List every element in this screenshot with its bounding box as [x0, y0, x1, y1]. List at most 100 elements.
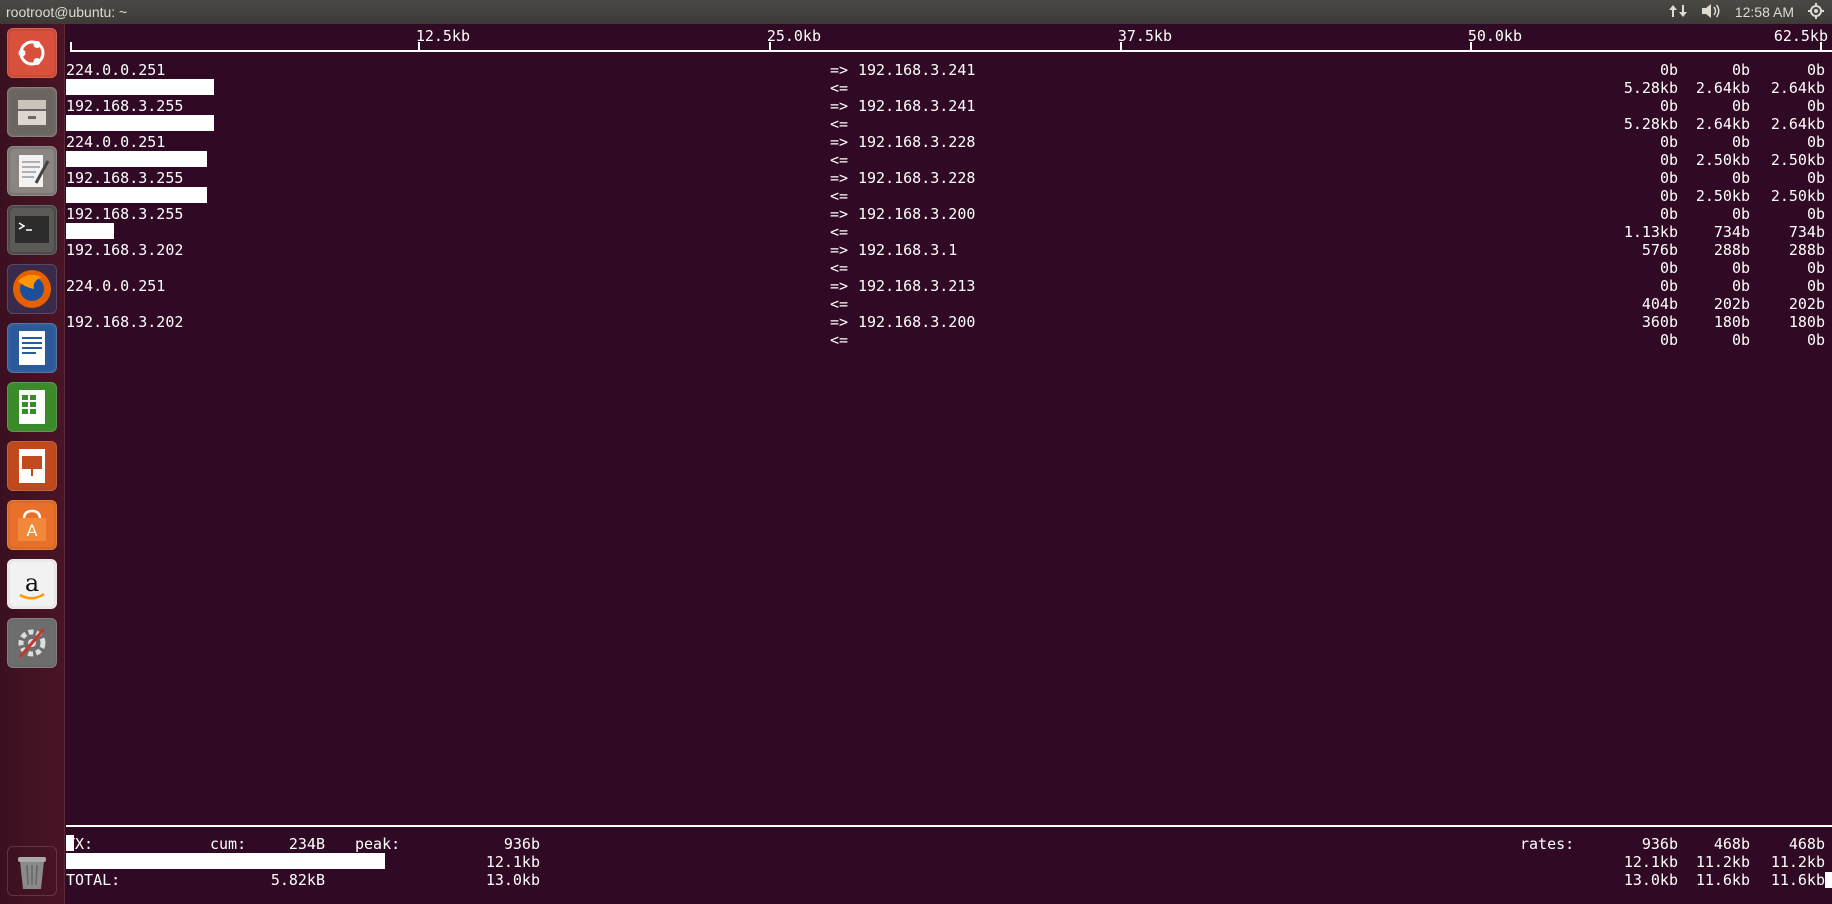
- rate-in: 0b: [1659, 151, 1678, 169]
- calc-icon[interactable]: [7, 382, 57, 432]
- system-settings-icon[interactable]: [7, 618, 57, 668]
- rate-in: 0b: [1659, 259, 1678, 277]
- connection-destination: 192.168.3.228: [858, 133, 976, 151]
- rate-in: 2.64kb: [1770, 115, 1825, 133]
- volume-icon[interactable]: [1701, 3, 1721, 22]
- direction-out: =>: [830, 133, 849, 151]
- connection-destination: 192.168.3.200: [858, 313, 976, 331]
- bandwidth-bar: [66, 223, 114, 239]
- connection-source: 192.168.3.255: [66, 169, 184, 187]
- rate-out: 0b: [1806, 61, 1825, 79]
- connection-source: 192.168.3.202: [66, 241, 184, 259]
- connection-destination: 192.168.3.1: [858, 241, 958, 259]
- rx-label: RX:: [66, 853, 94, 871]
- rate-in: 1.13kb: [1623, 223, 1678, 241]
- summary-rate: 468b: [1713, 835, 1750, 853]
- window-title: rootroot@ubuntu: ~: [6, 4, 128, 20]
- rate-in: 5.28kb: [1623, 79, 1678, 97]
- peak-label: peak:: [355, 835, 401, 853]
- rate-out: 0b: [1731, 277, 1750, 295]
- rate-out: 360b: [1641, 313, 1678, 331]
- clock[interactable]: 12:58 AM: [1735, 4, 1794, 20]
- rates-label: rates:: [1520, 835, 1575, 853]
- rate-in: 5.28kb: [1623, 115, 1678, 133]
- rate-out: 0b: [1731, 169, 1750, 187]
- connection-source: 224.0.0.251: [66, 61, 166, 79]
- scale-origin-mark: [70, 42, 72, 52]
- trash-icon[interactable]: [7, 846, 57, 896]
- rate-in: 2.50kb: [1770, 187, 1825, 205]
- rate-out: 0b: [1806, 97, 1825, 115]
- direction-in: <=: [830, 331, 849, 349]
- rate-out: 0b: [1731, 97, 1750, 115]
- rate-out: 0b: [1731, 205, 1750, 223]
- terminal-cursor: [1825, 872, 1832, 888]
- connection-source: 192.168.3.255: [66, 205, 184, 223]
- rate-in: 0b: [1731, 331, 1750, 349]
- rate-out: 0b: [1806, 133, 1825, 151]
- terminal-icon[interactable]: [7, 205, 57, 255]
- scale-tick-label: 25.0kb: [766, 27, 821, 45]
- gear-icon[interactable]: [1808, 2, 1824, 22]
- direction-out: =>: [830, 277, 849, 295]
- rate-out: 0b: [1659, 205, 1678, 223]
- scale-tick-label: 50.0kb: [1467, 27, 1522, 45]
- network-updown-icon[interactable]: [1668, 3, 1687, 22]
- direction-in: <=: [830, 79, 849, 97]
- summary-rate: 13.0kb: [1623, 871, 1678, 889]
- system-tray: 12:58 AM: [1668, 0, 1832, 24]
- summary-rate: 11.6kb: [1695, 871, 1750, 889]
- direction-out: =>: [830, 313, 849, 331]
- svg-text:a: a: [25, 569, 39, 597]
- writer-icon[interactable]: [7, 323, 57, 373]
- rate-out: 576b: [1641, 241, 1678, 259]
- rate-out: 288b: [1788, 241, 1825, 259]
- summary-rate: 11.2kb: [1695, 853, 1750, 871]
- summary-rate: 11.2kb: [1770, 853, 1825, 871]
- amazon-icon[interactable]: a: [7, 559, 57, 609]
- rx-cum: 5.60kB: [270, 853, 325, 871]
- connection-source: 192.168.3.255: [66, 97, 184, 115]
- direction-in: <=: [830, 259, 849, 277]
- direction-out: =>: [830, 61, 849, 79]
- top-panel: rootroot@ubuntu: ~ 12:58 AM: [0, 0, 1832, 24]
- bandwidth-bar: [66, 79, 214, 95]
- svg-text:A: A: [27, 521, 38, 540]
- rate-out: 0b: [1731, 61, 1750, 79]
- direction-in: <=: [830, 223, 849, 241]
- summary-separator: [66, 825, 1832, 827]
- tx-label: TX:: [66, 835, 94, 853]
- rate-out: 180b: [1713, 313, 1750, 331]
- rate-in: 2.64kb: [1695, 115, 1750, 133]
- direction-in: <=: [830, 115, 849, 133]
- files-icon[interactable]: [7, 87, 57, 137]
- rate-out: 0b: [1806, 277, 1825, 295]
- rate-out: 0b: [1659, 133, 1678, 151]
- connection-destination: 192.168.3.200: [858, 205, 976, 223]
- bandwidth-bar: [66, 151, 207, 167]
- firefox-icon[interactable]: [7, 264, 57, 314]
- impress-icon[interactable]: [7, 441, 57, 491]
- rate-out: 0b: [1659, 277, 1678, 295]
- software-center-icon[interactable]: A: [7, 500, 57, 550]
- rx-bandwidth-bar: [66, 853, 385, 869]
- ubuntu-dash-icon[interactable]: [7, 28, 57, 78]
- direction-out: =>: [830, 241, 849, 259]
- bandwidth-bar: [66, 115, 214, 131]
- tx-peak: 936b: [503, 835, 540, 853]
- rate-in: 202b: [1713, 295, 1750, 313]
- text-editor-icon[interactable]: [7, 146, 57, 196]
- rate-in: 2.64kb: [1770, 79, 1825, 97]
- rate-in: 734b: [1788, 223, 1825, 241]
- rate-in: 0b: [1806, 259, 1825, 277]
- rate-in: 2.50kb: [1695, 187, 1750, 205]
- summary-rate: 468b: [1788, 835, 1825, 853]
- rx-peak: 12.1kb: [485, 853, 540, 871]
- rate-out: 0b: [1806, 169, 1825, 187]
- rate-in: 2.64kb: [1695, 79, 1750, 97]
- rate-in: 2.50kb: [1770, 151, 1825, 169]
- direction-in: <=: [830, 187, 849, 205]
- scale-tick-label: 37.5kb: [1117, 27, 1172, 45]
- iftop-terminal[interactable]: 12.5kb 25.0kb 37.5kb 50.0kb 62.5kb 224.0.0.25…: [65, 24, 1832, 904]
- summary-rate: 11.6kb: [1770, 871, 1825, 889]
